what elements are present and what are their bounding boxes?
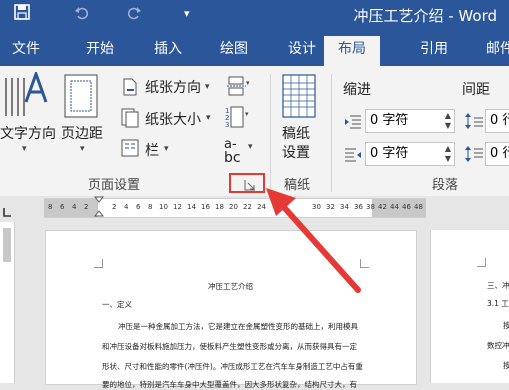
annotation-arrow-icon [266, 188, 361, 293]
